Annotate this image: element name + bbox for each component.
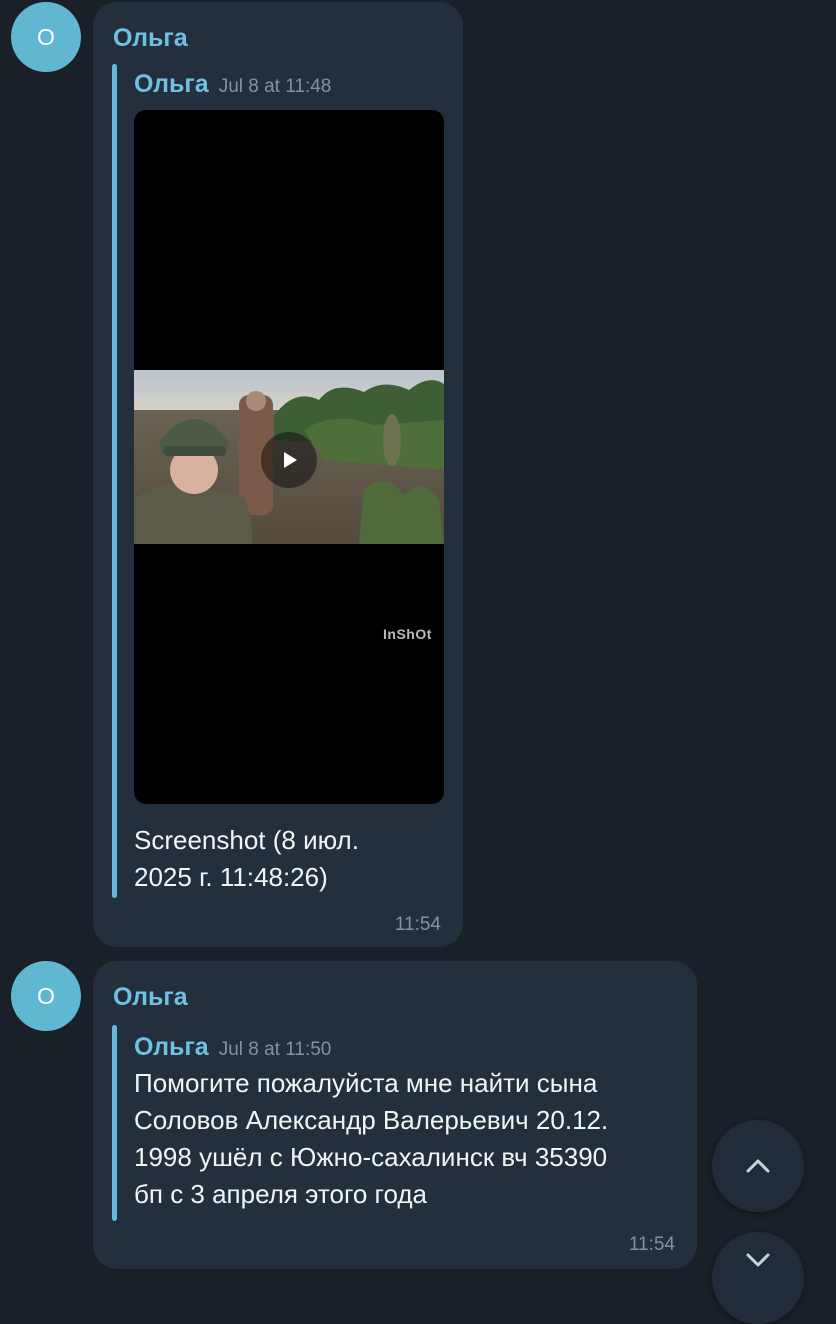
avatar[interactable]: О [11,961,81,1031]
forward-quote-bar [112,64,117,898]
message-text: Помогите пожалуйста мне найти сына Солов… [134,1065,608,1213]
message-text-line: бп с 3 апреля этого года [134,1179,427,1209]
forward-header[interactable]: Ольга Jul 8 at 11:50 [134,1033,331,1062]
video-thumbnail[interactable]: InShOt [134,110,444,804]
video-watermark: InShOt [383,626,432,642]
message-bubble[interactable]: Ольга Ольга Jul 8 at 11:48 InShOt Screen… [93,2,463,947]
play-button[interactable] [261,432,317,488]
message-text-line: Помогите пожалуйста мне найти сына [134,1068,598,1098]
message-time: 11:54 [628,1234,675,1255]
message-bubble[interactable]: Ольга Ольга Jul 8 at 11:50 Помогите пожа… [93,961,697,1269]
forward-sender-name[interactable]: Ольга [134,70,209,99]
avatar[interactable]: О [11,2,81,72]
forward-date: Jul 8 at 11:48 [218,76,332,97]
message-time: 11:54 [394,914,441,935]
sender-name[interactable]: Ольга [113,24,188,53]
caption-line: Screenshot (8 июл. [134,825,359,855]
caption-line: 2025 г. 11:48:26) [134,862,328,892]
avatar-letter: О [37,982,55,1009]
forward-date: Jul 8 at 11:50 [218,1039,332,1060]
forward-header[interactable]: Ольга Jul 8 at 11:48 [134,70,331,99]
forward-quote-bar [112,1025,117,1221]
message-caption: Screenshot (8 июл. 2025 г. 11:48:26) [134,822,359,896]
play-icon [284,452,297,468]
scroll-up-button[interactable] [712,1120,804,1212]
avatar-letter: О [37,23,55,50]
scroll-down-button[interactable] [712,1232,804,1324]
message-text-line: 1998 ушёл с Южно-сахалинск вч 35390 [134,1142,608,1172]
chevron-up-icon [746,1159,770,1173]
forward-sender-name[interactable]: Ольга [134,1033,209,1062]
message-text-line: Соловов Александр Валерьевич 20.12. [134,1105,609,1135]
sender-name[interactable]: Ольга [113,983,188,1012]
chevron-down-icon [746,1253,770,1267]
